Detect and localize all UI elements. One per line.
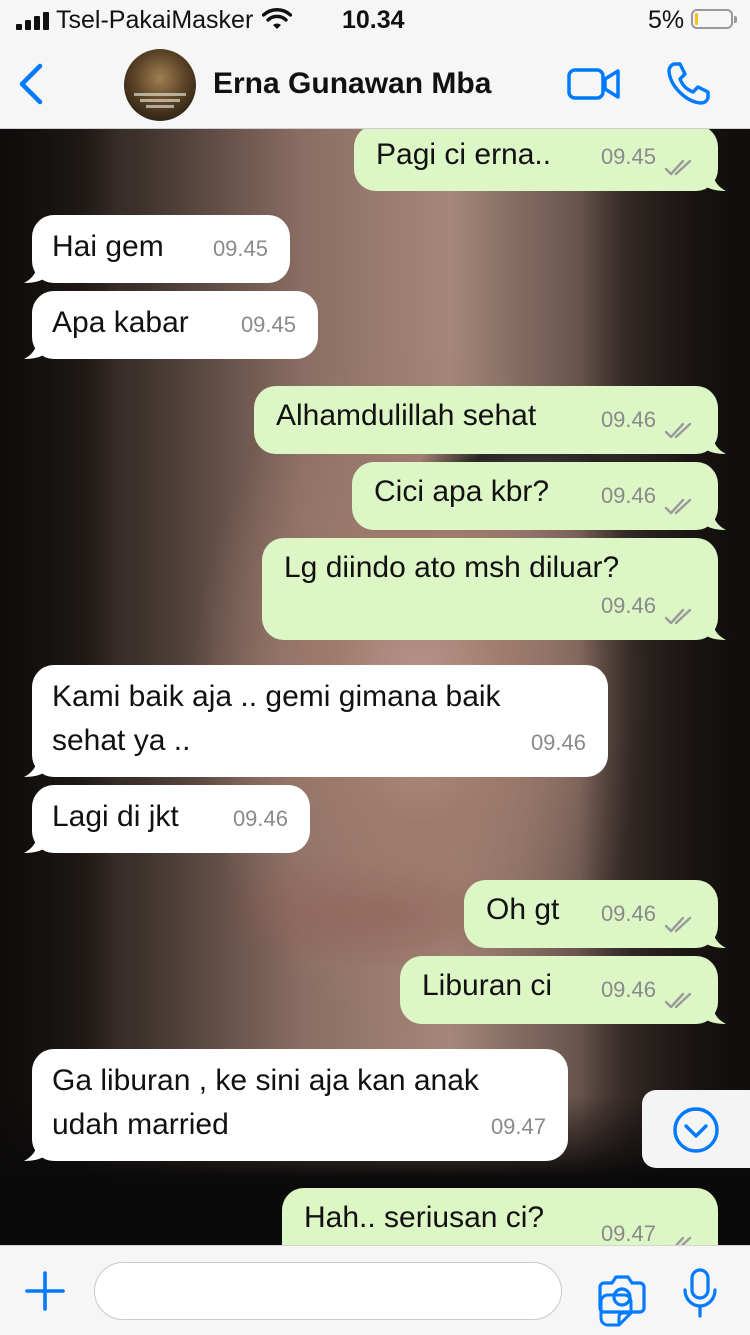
bubble-tail xyxy=(704,622,726,640)
bubble-tail xyxy=(24,759,46,777)
incoming-message[interactable]: Kami baik aja .. gemi gimana baik sehat y… xyxy=(24,665,608,777)
outgoing-message[interactable]: Liburan ci 09.46 xyxy=(400,956,726,1024)
read-receipt-icon xyxy=(664,159,692,176)
plus-icon[interactable] xyxy=(24,1270,66,1312)
contact-name[interactable]: Erna Gunawan Mba xyxy=(213,67,491,101)
outgoing-message[interactable]: Hah.. seriusan ci? 09.47 xyxy=(282,1188,718,1245)
message-input[interactable] xyxy=(113,1273,497,1311)
outgoing-message[interactable]: Lg diindo ato msh diluar? 09.46 xyxy=(262,538,726,640)
message-text: Kami baik aja .. gemi gimana baik xyxy=(52,680,501,713)
chat-header: Erna Gunawan Mba xyxy=(0,40,750,129)
contact-avatar[interactable] xyxy=(124,49,196,121)
message-timestamp: 09.47 xyxy=(490,1114,546,1139)
signal-icon xyxy=(16,12,50,30)
bubble-tail xyxy=(704,436,726,454)
message-timestamp: 09.46 xyxy=(600,901,656,926)
message-timestamp: 09.46 xyxy=(600,483,656,508)
message-timestamp: 09.46 xyxy=(600,977,656,1002)
carrier-name: Tsel-PakaiMasker xyxy=(56,6,254,34)
incoming-message[interactable]: Lagi di jkt 09.46 xyxy=(24,785,310,853)
message-timestamp: 09.45 xyxy=(600,144,656,169)
microphone-icon[interactable] xyxy=(682,1268,718,1318)
message-timestamp: 09.46 xyxy=(232,806,288,831)
message-timestamp: 09.46 xyxy=(600,593,656,618)
message-text: Oh gt xyxy=(486,893,560,926)
read-receipt-icon xyxy=(664,498,692,515)
bubble-tail xyxy=(24,265,46,283)
camera-icon[interactable] xyxy=(598,1274,646,1314)
composer-bar xyxy=(0,1245,750,1335)
chat-area[interactable]: Pagi ci erna.. 09.45 Hai gem 09.45 Apa kabar… xyxy=(0,129,750,1245)
outgoing-message[interactable]: Alhamdulillah sehat 09.46 xyxy=(254,386,726,454)
message-timestamp: 09.45 xyxy=(212,236,268,261)
incoming-message[interactable]: Apa kabar 09.45 xyxy=(24,291,318,359)
message-text: udah married xyxy=(52,1108,229,1141)
bubble-tail xyxy=(24,341,46,359)
battery-percent: 5% xyxy=(648,6,685,34)
message-timestamp: 09.46 xyxy=(530,730,586,755)
read-receipt-icon xyxy=(664,916,692,933)
message-timestamp: 09.45 xyxy=(240,312,296,337)
outgoing-message[interactable]: Cici apa kbr? 09.46 xyxy=(352,462,726,530)
wifi-icon xyxy=(262,8,292,29)
back-chevron-icon[interactable] xyxy=(12,60,52,108)
message-input-field[interactable] xyxy=(94,1262,633,1327)
message-timestamp: 09.47 xyxy=(600,1221,656,1245)
status-bar: Tsel-PakaiMasker 10.34 5% xyxy=(0,0,750,40)
battery-icon xyxy=(691,9,737,29)
incoming-message[interactable]: Hai gem 09.45 xyxy=(24,215,290,283)
scroll-down-icon xyxy=(673,1107,719,1153)
bubble-tail xyxy=(704,930,726,948)
outgoing-message[interactable]: Pagi ci erna.. 09.45 xyxy=(354,129,726,191)
message-text: sehat ya .. xyxy=(52,724,191,757)
phone-call-icon[interactable] xyxy=(666,60,712,106)
bubble-tail xyxy=(24,835,46,853)
outgoing-message[interactable]: Oh gt 09.46 xyxy=(464,880,726,948)
scroll-down-button[interactable] xyxy=(642,1090,750,1168)
incoming-message[interactable]: Ga liburan , ke sini aja kan anak udah ma… xyxy=(24,1049,568,1161)
bubble-tail xyxy=(24,1143,46,1161)
read-receipt-icon xyxy=(664,422,692,439)
message-timestamp: 09.46 xyxy=(600,407,656,432)
bubble-tail xyxy=(704,1006,726,1024)
read-receipt-icon xyxy=(664,608,692,625)
bubble-tail xyxy=(704,512,726,530)
message-text: Ga liburan , ke sini aja kan anak xyxy=(52,1064,479,1097)
status-time: 10.34 xyxy=(342,6,405,34)
read-receipt-icon xyxy=(664,992,692,1009)
bubble-tail xyxy=(704,173,726,191)
read-receipt-icon xyxy=(665,1236,692,1245)
video-call-icon[interactable] xyxy=(566,64,622,104)
